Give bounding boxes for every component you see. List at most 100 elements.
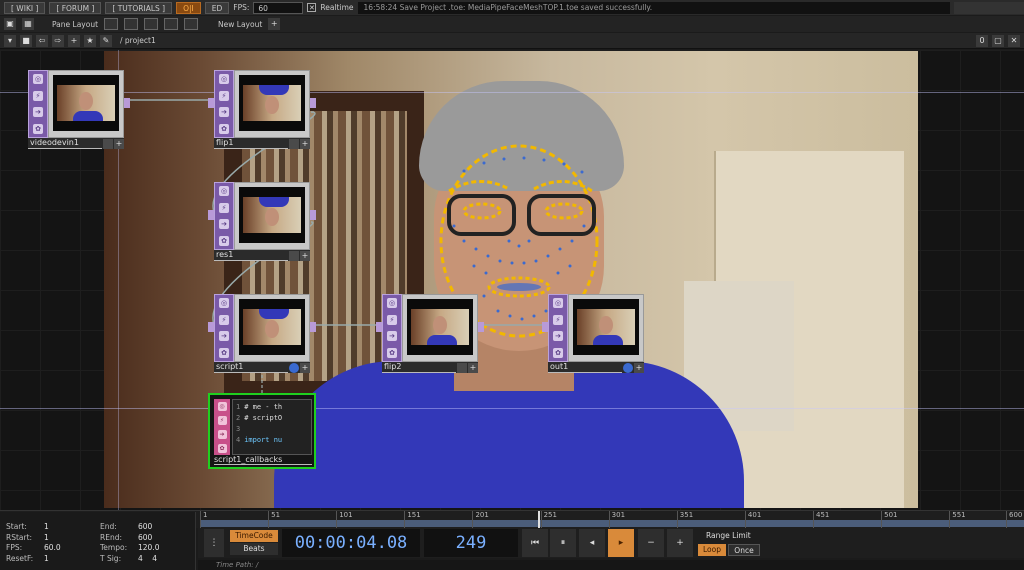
network-path[interactable]: / project1 [120,36,156,45]
display-icon[interactable]: ➔ [217,429,227,439]
bypass-icon[interactable]: ◎ [217,401,227,411]
resetf-value[interactable]: 1 [44,554,100,565]
top-right-field[interactable] [954,1,1024,14]
bypass-icon[interactable]: ◎ [219,298,229,309]
layout-quad-button[interactable] [164,18,179,30]
lock-icon[interactable]: ⚡ [217,415,227,425]
timeline-playhead[interactable] [537,511,540,529]
operator-viewer-button[interactable] [289,250,299,261]
cook-icon[interactable]: ✿ [219,235,229,246]
output-connector[interactable] [310,210,316,220]
start-value[interactable]: 1 [44,522,100,533]
operator-name[interactable]: videodevin1 [28,138,102,149]
display-icon[interactable]: ➔ [553,331,563,342]
fps-value[interactable]: 60.0 [44,543,100,554]
end-value[interactable]: 600 [138,522,194,533]
bypass-icon[interactable]: ◎ [219,186,229,197]
operator-out1[interactable]: ◎ ⚡ ➔ ✿ out1 + [542,294,644,374]
operator-flip1[interactable]: ◎ ⚡ ➔ ✿ flip1 + [208,70,316,150]
operator-script1[interactable]: ◎ ⚡ ➔ ✿ script1 + [208,294,316,374]
step-minus-icon[interactable]: − [638,529,664,557]
pause-icon[interactable]: ⏸ [550,529,576,557]
network-editor[interactable]: ◎ ⚡ ➔ ✿ videodevin1 + ◎ ⚡ ➔ ✿ flip1 + ◎ … [0,50,1024,510]
tempo-value[interactable]: 120.0 [138,543,194,554]
image-icon[interactable]: ▣ [4,18,16,30]
operator-add-button[interactable]: + [468,362,478,373]
operator-viewer-toggles[interactable]: ◎ ⚡ ➔ ✿ [28,70,48,138]
input-connector[interactable] [376,322,382,332]
loop-button[interactable]: Loop [698,544,726,556]
layout-single-button[interactable] [104,18,119,30]
bypass-icon[interactable]: ◎ [33,74,43,85]
cook-icon[interactable]: ✿ [219,347,229,358]
operator-name[interactable]: res1 [214,250,288,261]
cook-icon[interactable]: ✿ [387,347,397,358]
layout-triple-button[interactable] [184,18,199,30]
input-connector[interactable] [208,210,214,220]
operator-add-button[interactable]: + [634,362,644,373]
operator-viewer-toggles[interactable]: ◎ ⚡ ➔ ✿ [214,70,234,138]
bypass-icon[interactable]: ◎ [553,298,563,309]
operator-flip2[interactable]: ◎ ⚡ ➔ ✿ flip2 + [376,294,484,374]
layout-split-vertical-button[interactable] [144,18,159,30]
operator-viewer-button[interactable] [623,362,633,373]
add-icon[interactable]: + [68,34,80,47]
play-icon[interactable]: ▸ [608,529,634,557]
layout-split-horizontal-button[interactable] [124,18,139,30]
tsig-value[interactable]: 4 4 [138,554,194,565]
lock-icon[interactable]: ⚡ [219,90,229,101]
cook-icon[interactable]: ✿ [33,123,43,134]
lock-icon[interactable]: ⚡ [553,314,563,325]
frame-display[interactable]: 249 [424,529,518,557]
operator-script1-callbacks[interactable]: ◎ ⚡ ➔ ✿ 1 # me - th 2 # scriptO 3 4 import … [208,393,316,469]
display-icon[interactable]: ➔ [219,219,229,230]
oi-toggle[interactable]: O|I [176,1,201,14]
once-button[interactable]: Once [728,544,760,556]
chevron-down-icon[interactable]: ▾ [4,34,16,47]
dat-name[interactable]: script1_callbacks [214,455,312,465]
realtime-checkbox[interactable]: ✕ [307,3,317,12]
input-connector[interactable] [208,98,214,108]
operator-add-button[interactable]: + [300,250,310,261]
step-back-icon[interactable]: ◂ [579,529,605,557]
new-layout-plus-button[interactable]: + [268,18,281,30]
operator-add-button[interactable]: + [300,138,310,149]
step-plus-icon[interactable]: + [667,529,693,557]
operator-name[interactable]: script1 [214,362,288,373]
operator-videodevin1[interactable]: ◎ ⚡ ➔ ✿ videodevin1 + [28,70,130,150]
ed-toggle[interactable]: ED [204,1,230,14]
transport-settings-button[interactable]: ⋮ [204,529,224,557]
operator-viewer-button[interactable] [289,362,299,373]
display-icon[interactable]: ➔ [387,331,397,342]
cook-icon[interactable]: ✿ [219,123,229,134]
operator-add-button[interactable]: + [114,138,124,149]
dat-viewer-toggles[interactable]: ◎ ⚡ ➔ ✿ [214,399,230,455]
operator-res1[interactable]: ◎ ⚡ ➔ ✿ res1 + [208,182,316,262]
operator-viewer-toggles[interactable]: ◎ ⚡ ➔ ✿ [214,182,234,250]
timecode-toggle[interactable]: TimeCode [230,530,278,542]
stop-icon[interactable]: ■ [20,34,32,47]
lock-icon[interactable]: ⚡ [387,314,397,325]
pane-close-icon[interactable]: ✕ [1008,34,1020,47]
forward-arrow-icon[interactable]: ⇨ [52,34,64,47]
bypass-icon[interactable]: ◎ [219,74,229,85]
bypass-icon[interactable]: ◎ [387,298,397,309]
lock-icon[interactable]: ⚡ [219,202,229,213]
operator-viewer-toggles[interactable]: ◎ ⚡ ➔ ✿ [382,294,402,362]
operator-viewer-button[interactable] [457,362,467,373]
display-icon[interactable]: ➔ [219,331,229,342]
pane-maximize-icon[interactable]: ▢ [992,34,1004,47]
cook-icon[interactable]: ✿ [553,347,563,358]
display-icon[interactable]: ➔ [33,107,43,118]
rend-value[interactable]: 600 [138,533,194,544]
lock-icon[interactable]: ⚡ [219,314,229,325]
input-connector[interactable] [208,322,214,332]
rstart-value[interactable]: 1 [44,533,100,544]
star-icon[interactable]: ★ [84,34,96,47]
output-connector[interactable] [124,98,130,108]
operator-viewer-toggles[interactable]: ◎ ⚡ ➔ ✿ [548,294,568,362]
forum-button[interactable]: [ FORUM ] [49,1,102,14]
operator-add-button[interactable]: + [300,362,310,373]
back-arrow-icon[interactable]: ⇦ [36,34,48,47]
wiki-button[interactable]: [ WIKI ] [4,1,46,14]
